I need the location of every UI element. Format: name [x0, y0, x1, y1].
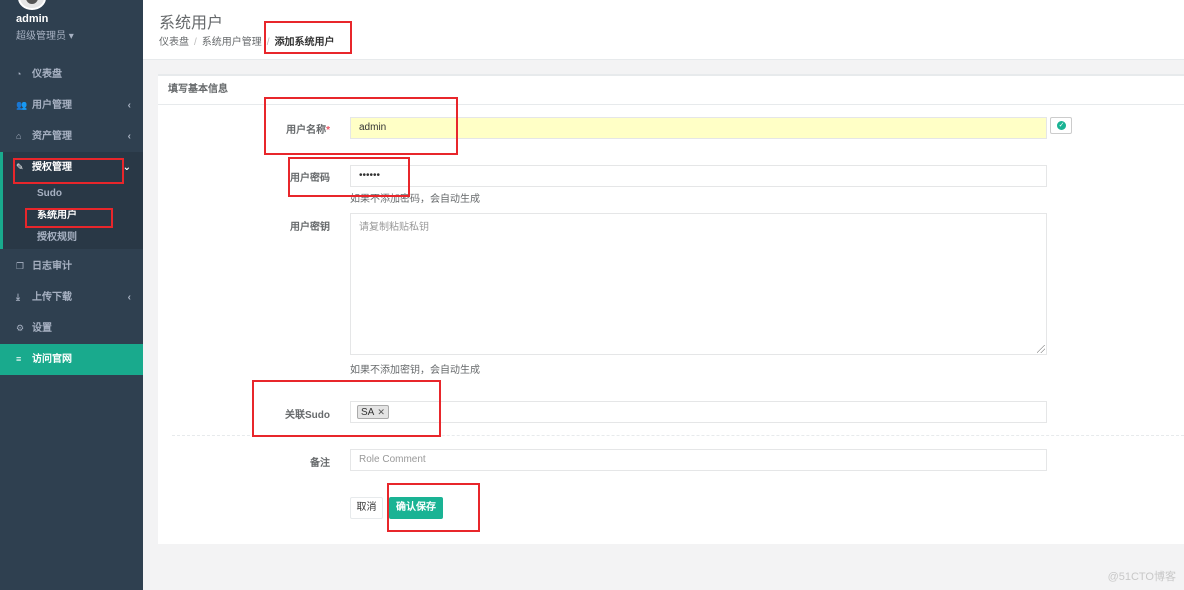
annotation-box-system-user — [25, 208, 113, 228]
sidebar-item-label: 用户管理 — [32, 100, 72, 111]
sidebar-item-label: 仪表盘 — [32, 69, 62, 80]
gears-icon: ⚙ — [16, 323, 25, 333]
copy-icon: ❐ — [16, 261, 25, 271]
chevron-left-icon: ‹ — [127, 100, 131, 111]
key-label: 用户密钥 — [290, 222, 330, 233]
sidebar-item-label: 上传下载 — [32, 292, 72, 303]
profile-role-dropdown[interactable]: 超级管理员 ▾ — [16, 27, 74, 42]
dashboard-icon: ◔ — [16, 69, 22, 79]
users-icon: 👥 — [16, 100, 28, 110]
comment-placeholder: Role Comment — [359, 454, 426, 465]
breadcrumb-system-user-management[interactable]: 系统用户管理 — [202, 37, 262, 48]
sidebar-item-label: 资产管理 — [32, 131, 72, 142]
database-icon: ≡ — [16, 354, 22, 364]
password-input[interactable]: •••••• — [350, 165, 1047, 187]
sudo-select[interactable]: SA ✕ — [350, 401, 1047, 423]
submenu-item-auth-rules[interactable]: 授权规则 — [3, 227, 143, 249]
profile-name: admin — [16, 13, 49, 25]
comment-input[interactable]: Role Comment — [350, 449, 1047, 471]
annotation-box-password — [288, 157, 410, 197]
cancel-button[interactable]: 取消 — [350, 497, 383, 519]
annotation-box-username — [264, 97, 458, 155]
breadcrumb-separator: / — [194, 37, 197, 48]
chevron-left-icon: ‹ — [127, 292, 131, 303]
submenu-item-sudo[interactable]: Sudo — [3, 183, 143, 205]
caret-down-icon: ▾ — [68, 31, 74, 42]
key-textarea[interactable]: 请复制粘贴私钥 — [350, 213, 1047, 355]
key-placeholder: 请复制粘贴私钥 — [359, 222, 429, 233]
sidebar-item-label: 访问官网 — [32, 354, 72, 365]
sidebar: admin 超级管理员 ▾ ◔ 仪表盘 👥 用户管理 ‹ ⌂ 资产管理 ‹ ✎ 授权管理… — [0, 0, 143, 590]
username-check-button[interactable]: ✓ — [1050, 117, 1072, 134]
sidebar-item-settings[interactable]: ⚙ 设置 — [0, 313, 143, 344]
sidebar-item-dashboard[interactable]: ◔ 仪表盘 — [0, 59, 143, 90]
annotation-box-save — [387, 483, 480, 532]
sidebar-item-label: 设置 — [32, 323, 52, 334]
avatar[interactable] — [18, 0, 46, 10]
download-icon: ⤓ — [16, 292, 20, 302]
key-help-text: 如果不添加密钥，会自动生成 — [350, 365, 480, 376]
watermark: @51CTO博客 — [1107, 571, 1176, 583]
resize-handle-icon[interactable] — [1037, 345, 1045, 353]
sidebar-item-users[interactable]: 👥 用户管理 ‹ — [0, 90, 143, 121]
inbox-icon: ⌂ — [16, 131, 22, 141]
chevron-left-icon: ‹ — [127, 131, 131, 142]
annotation-box-sudo — [252, 380, 441, 437]
breadcrumb-dashboard[interactable]: 仪表盘 — [159, 37, 189, 48]
sidebar-item-label: 日志审计 — [32, 261, 72, 272]
sidebar-item-log-audit[interactable]: ❐ 日志审计 — [0, 251, 143, 282]
sidebar-item-upload-download[interactable]: ⤓ 上传下载 ‹ — [0, 282, 143, 313]
comment-label: 备注 — [310, 458, 330, 469]
check-circle-icon: ✓ — [1057, 121, 1066, 130]
sidebar-item-assets[interactable]: ⌂ 资产管理 ‹ — [0, 121, 143, 152]
sidebar-item-visit-site[interactable]: ≡ 访问官网 — [0, 344, 143, 375]
annotation-box-authorization — [13, 158, 124, 184]
profile-panel: admin 超级管理员 ▾ — [0, 0, 143, 59]
page-title: 系统用户 — [159, 15, 224, 32]
profile-role-label: 超级管理员 — [16, 31, 66, 42]
annotation-box-breadcrumb — [264, 21, 352, 54]
